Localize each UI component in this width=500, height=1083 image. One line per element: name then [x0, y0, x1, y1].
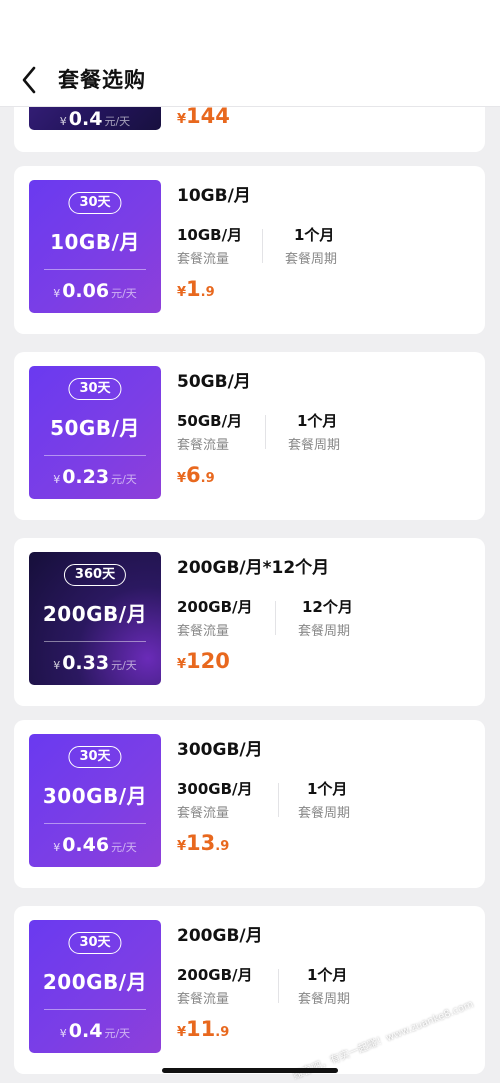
plan-badge: 30天 50GB/月 ¥0.23 元/天	[29, 366, 161, 499]
period-label: 套餐周期	[298, 624, 351, 639]
period-label: 套餐周期	[285, 252, 338, 267]
plan-badge: 360天 200GB/月 ¥0.33 元/天	[29, 552, 161, 685]
flow-label: 套餐流量	[177, 438, 230, 453]
flow-value: 10GB/月	[177, 226, 243, 244]
spec-divider	[278, 783, 279, 817]
flow-value: 300GB/月	[177, 780, 253, 798]
flow-label: 套餐流量	[177, 806, 230, 821]
period-value: 1个月	[307, 780, 348, 798]
badge-divider	[44, 641, 146, 642]
duration-pill: 30天	[68, 932, 122, 954]
per-day-price: ¥0.06 元/天	[53, 280, 137, 302]
plan-name: 50GB/月	[177, 372, 251, 392]
per-day-price: ¥0.33 元/天	[53, 652, 137, 674]
top-nav-bar: 套餐选购	[0, 0, 500, 107]
per-day-price: ¥0.4 元/天	[59, 108, 131, 130]
flow-label: 套餐流量	[177, 252, 230, 267]
plan-card[interactable]: 30天 200GB/月 ¥0.4 元/天 200GB/月 200GB/月 套餐流量…	[14, 906, 485, 1082]
period-value: 1个月	[307, 966, 348, 984]
duration-pill: 30天	[68, 378, 122, 400]
period-value: 1个月	[297, 412, 338, 430]
plan-badge: 30天 300GB/月 ¥0.46 元/天	[29, 734, 161, 867]
home-indicator[interactable]	[162, 1068, 338, 1073]
plan-price: ¥1.9	[177, 277, 215, 301]
per-day-price: ¥0.4 元/天	[59, 1020, 131, 1042]
badge-data-amount: 50GB/月	[50, 416, 140, 440]
plan-card[interactable]: 30天 300GB/月 ¥0.46 元/天 300GB/月 300GB/月 套餐流…	[14, 720, 485, 888]
badge-divider	[44, 823, 146, 824]
period-label: 套餐周期	[298, 992, 351, 1007]
plan-name: 200GB/月	[177, 926, 263, 946]
plan-price: ¥6.9	[177, 463, 215, 487]
back-arrow-icon[interactable]	[18, 64, 42, 96]
period-label: 套餐周期	[298, 806, 351, 821]
plan-name: 200GB/月*12个月	[177, 558, 330, 578]
plan-badge: 30天 200GB/月 ¥0.4 元/天	[29, 920, 161, 1053]
plan-card[interactable]: 30天 10GB/月 ¥0.06 元/天 10GB/月 10GB/月 套餐流量 1…	[14, 166, 485, 334]
flow-label: 套餐流量	[177, 624, 230, 639]
badge-divider	[44, 1009, 146, 1010]
flow-value: 200GB/月	[177, 598, 253, 616]
spec-divider	[262, 229, 263, 263]
badge-data-amount: 10GB/月	[50, 230, 140, 254]
plan-price: ¥11.9	[177, 1017, 230, 1041]
plan-badge: 30天 10GB/月 ¥0.06 元/天	[29, 180, 161, 313]
duration-pill: 30天	[68, 192, 122, 214]
page-title: 套餐选购	[58, 68, 146, 92]
per-day-price: ¥0.23 元/天	[53, 466, 137, 488]
period-value: 12个月	[302, 598, 353, 616]
plan-price: ¥13.9	[177, 831, 230, 855]
plan-price: ¥144	[177, 104, 230, 128]
badge-data-amount: 200GB/月	[42, 602, 148, 626]
flow-value: 50GB/月	[177, 412, 243, 430]
spec-divider	[278, 969, 279, 1003]
plan-card[interactable]: 360天 200GB/月 ¥0.33 元/天 200GB/月*12个月 200GB…	[14, 538, 485, 706]
period-label: 套餐周期	[288, 438, 341, 453]
badge-data-amount: 300GB/月	[42, 784, 148, 808]
flow-label: 套餐流量	[177, 992, 230, 1007]
plan-card[interactable]: 30天 50GB/月 ¥0.23 元/天 50GB/月 50GB/月 套餐流量 1…	[14, 352, 485, 520]
badge-divider	[44, 455, 146, 456]
period-value: 1个月	[294, 226, 335, 244]
per-day-price: ¥0.46 元/天	[53, 834, 137, 856]
badge-divider	[44, 269, 146, 270]
flow-value: 200GB/月	[177, 966, 253, 984]
spec-divider	[275, 601, 276, 635]
spec-divider	[265, 415, 266, 449]
duration-pill: 30天	[68, 746, 122, 768]
badge-data-amount: 200GB/月	[42, 970, 148, 994]
plan-name: 10GB/月	[177, 186, 251, 206]
plan-price: ¥120	[177, 649, 230, 673]
plan-name: 300GB/月	[177, 740, 263, 760]
duration-pill: 360天	[63, 564, 127, 586]
